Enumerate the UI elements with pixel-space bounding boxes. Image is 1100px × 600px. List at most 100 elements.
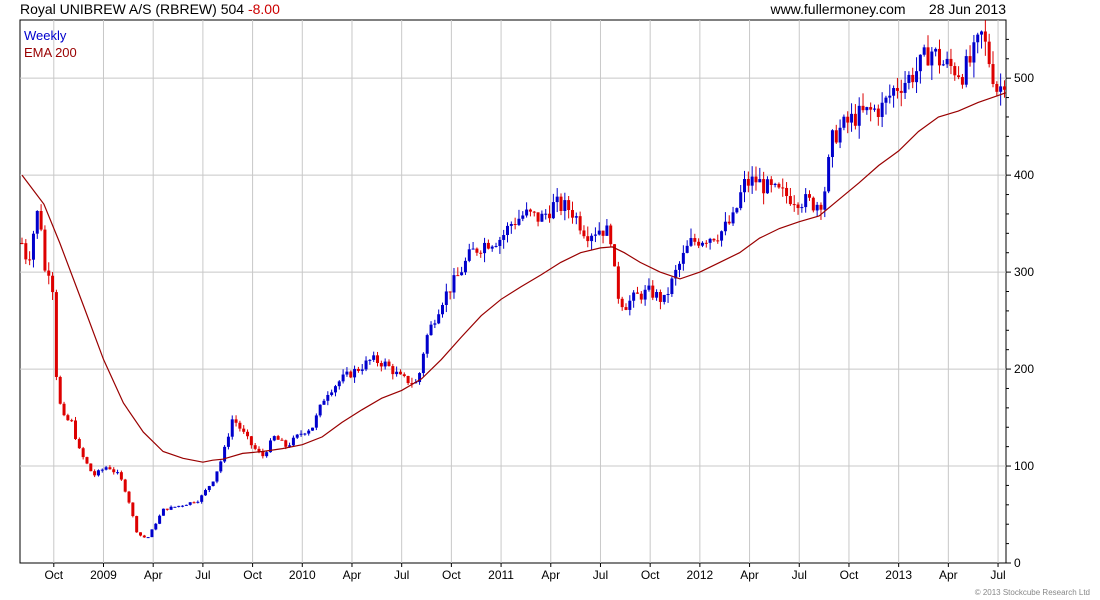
candle-body: [444, 291, 448, 305]
candle-body: [769, 179, 773, 186]
candle-body: [876, 108, 880, 117]
x-tick-label: Jul: [792, 568, 807, 582]
y-tick-label: 100: [1014, 459, 1034, 473]
candle-body: [467, 249, 471, 261]
candle-body: [918, 54, 922, 72]
candle-body: [1002, 86, 1006, 90]
candle-body: [765, 179, 769, 194]
candle-body: [945, 58, 949, 65]
candle-body: [712, 238, 716, 241]
candle-body: [528, 209, 532, 212]
candle-body: [299, 433, 303, 435]
candle-body: [142, 535, 146, 538]
candle-body: [226, 436, 230, 447]
candle-body: [505, 225, 509, 236]
candle-body: [173, 506, 177, 508]
candle-body: [773, 183, 777, 186]
y-tick-label: 0: [1014, 556, 1021, 570]
x-tick-label: Jul: [195, 568, 210, 582]
candle-body: [857, 105, 861, 126]
candle-body: [58, 376, 62, 404]
candle-body: [903, 82, 907, 93]
candle-body: [425, 335, 429, 354]
candle-body: [987, 41, 991, 65]
candle-body: [356, 368, 360, 371]
candle-body: [181, 505, 185, 507]
candle-body: [349, 371, 353, 378]
candle-body: [475, 248, 479, 253]
candle-body: [433, 323, 437, 325]
candle-body: [353, 368, 357, 378]
candle-body: [437, 314, 441, 324]
candle-body: [597, 230, 601, 235]
candle-body: [441, 304, 445, 315]
x-tick-label: Apr: [541, 568, 560, 582]
candle-body: [968, 56, 972, 63]
candle-body: [655, 292, 659, 298]
candle-body: [119, 472, 123, 480]
x-tick-label: 2012: [687, 568, 714, 582]
candle-body: [922, 47, 926, 55]
candle-body: [953, 66, 957, 76]
candle-body: [116, 472, 120, 474]
candle-body: [540, 213, 544, 222]
candle-body: [146, 537, 150, 539]
x-tick-label: Oct: [243, 568, 262, 582]
candle-body: [360, 369, 364, 371]
candle-body: [479, 252, 483, 254]
candle-body: [976, 34, 980, 43]
candle-body: [853, 113, 857, 126]
candle-body: [284, 440, 288, 447]
candle-body: [582, 230, 586, 237]
candle-body: [658, 292, 662, 302]
candle-body: [169, 506, 173, 510]
candle-body: [960, 77, 964, 85]
candle-body: [777, 183, 781, 188]
candle-body: [219, 461, 223, 472]
candle-body: [184, 504, 188, 506]
candle-body: [138, 532, 142, 536]
y-tick-label: 200: [1014, 362, 1034, 376]
y-tick-label: 300: [1014, 265, 1034, 279]
x-tick-label: 2013: [885, 568, 912, 582]
candle-body: [563, 200, 567, 211]
candle-body: [161, 508, 165, 516]
legend-ema: EMA 200: [24, 45, 77, 60]
candle-body: [525, 209, 529, 216]
candle-body: [750, 176, 754, 186]
candle-body: [666, 294, 670, 296]
candle-body: [31, 233, 35, 260]
candle-body: [804, 194, 808, 208]
candle-body: [330, 392, 334, 395]
candle-body: [291, 437, 295, 446]
candles: [20, 20, 1006, 539]
candle-body: [483, 242, 487, 254]
candle-body: [318, 404, 322, 416]
candle-body: [999, 86, 1003, 92]
candle-body: [911, 74, 915, 83]
candle-body: [869, 107, 873, 110]
candle-body: [276, 436, 280, 440]
candle-body: [731, 212, 735, 224]
candle-body: [815, 204, 819, 211]
candle-body: [830, 130, 834, 158]
candle-body: [490, 246, 494, 249]
candle-body: [62, 403, 66, 416]
candle-body: [888, 95, 892, 98]
candle-body: [689, 238, 693, 246]
candle-body: [872, 108, 876, 110]
candle-body: [456, 275, 460, 277]
candle-body: [651, 285, 655, 298]
candle-body: [398, 371, 402, 375]
candle-body: [758, 179, 762, 183]
candle-body: [177, 505, 181, 507]
x-tick-label: Oct: [442, 568, 461, 582]
candle-body: [28, 259, 32, 261]
candle-body: [376, 355, 380, 364]
copyright: © 2013 Stockcube Research Ltd: [974, 588, 1090, 597]
candle-body: [593, 234, 597, 236]
candle-body: [307, 430, 311, 434]
x-tick-label: Apr: [343, 568, 362, 582]
candle-body: [941, 64, 945, 66]
candle-body: [788, 196, 792, 205]
